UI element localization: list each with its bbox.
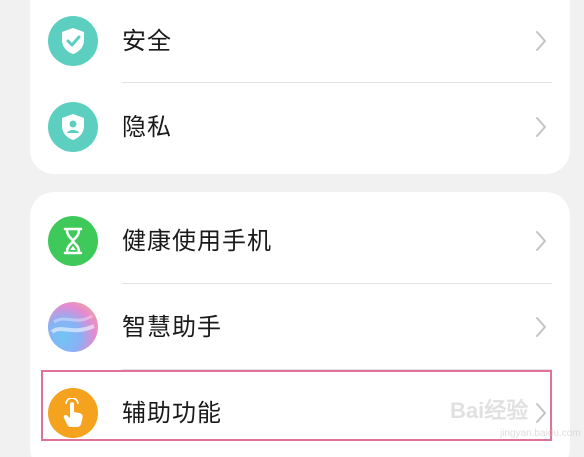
settings-item-privacy[interactable]: 隐私 xyxy=(30,84,570,170)
settings-item-label: 健康使用手机 xyxy=(122,227,272,255)
divider xyxy=(122,82,552,83)
settings-item-label: 安全 xyxy=(122,27,172,55)
chevron-right-icon xyxy=(536,317,546,337)
shield-check-icon xyxy=(48,16,98,66)
settings-item-label: 辅助功能 xyxy=(122,399,222,427)
chevron-right-icon xyxy=(536,231,546,251)
chevron-right-icon xyxy=(536,31,546,51)
hourglass-icon xyxy=(48,216,98,266)
settings-item-digital-balance[interactable]: 健康使用手机 xyxy=(30,198,570,284)
watermark-url: jingyan.baidu.com xyxy=(500,428,581,439)
watermark-logo: Bai经验 xyxy=(450,398,529,423)
settings-item-label: 智慧助手 xyxy=(122,313,222,341)
settings-item-smart-assistant[interactable]: 智慧助手 xyxy=(30,284,570,370)
gradient-orb-icon xyxy=(48,302,98,352)
chevron-right-icon xyxy=(536,403,546,423)
hand-tap-icon xyxy=(48,388,98,438)
shield-person-icon xyxy=(48,102,98,152)
settings-item-security[interactable]: 安全 xyxy=(30,0,570,84)
chevron-right-icon xyxy=(536,117,546,137)
settings-item-label: 隐私 xyxy=(122,113,172,141)
settings-group-security: 安全 隐私 xyxy=(30,0,570,174)
